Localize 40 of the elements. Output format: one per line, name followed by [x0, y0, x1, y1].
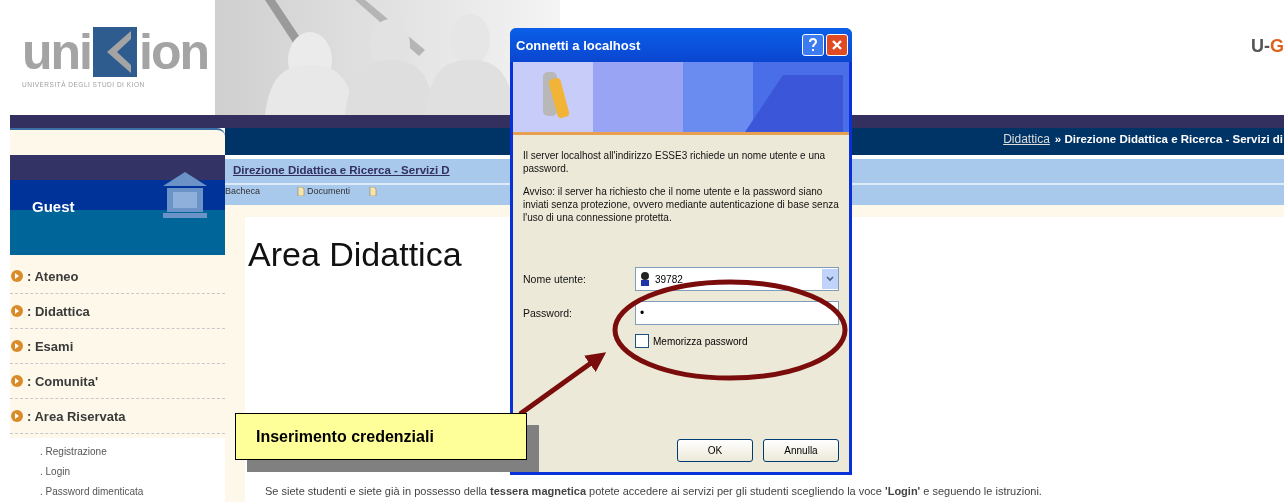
- dialog-title: Connetti a localhost: [516, 37, 642, 53]
- bullet-icon: [10, 304, 24, 318]
- breadcrumb-text: » Direzione Didattica e Ricerca - Servizi di: [1054, 133, 1283, 145]
- checkbox[interactable]: [635, 334, 649, 348]
- logo-text: uni: [22, 27, 91, 77]
- document-icon: [297, 186, 305, 196]
- dialog-button[interactable]: OK: [677, 439, 753, 462]
- bullet-icon: [10, 374, 24, 388]
- dialog-button[interactable]: Annulla: [763, 439, 839, 462]
- dialog-message: Il server localhost all'indirizzo ESSE3 richiede un nome utente e una password.: [523, 149, 827, 175]
- breadcrumb-link[interactable]: Didattica: [1003, 132, 1050, 146]
- help-button[interactable]: [802, 34, 824, 56]
- sidebar-link[interactable]: . Password dimenticata: [40, 482, 190, 502]
- nav-tab[interactable]: Documenti: [297, 186, 355, 196]
- logo-mark-icon: [93, 27, 137, 77]
- logo-text: ion: [139, 27, 208, 77]
- section-link[interactable]: Direzione Didattica e Ricerca - Servizi D: [233, 164, 450, 176]
- close-button[interactable]: [826, 34, 848, 56]
- user-name: Guest: [32, 198, 75, 215]
- sidebar-link[interactable]: . Registrazione: [40, 442, 190, 462]
- bullet-icon: [10, 409, 24, 423]
- document-icon: [369, 186, 377, 196]
- page-heading: Area Didattica: [248, 235, 462, 274]
- username-label: Nome utente:: [523, 273, 588, 285]
- partner-logo: U-G: [1251, 36, 1284, 57]
- dialog-warning: Avviso: il server ha richiesto che il nome utente e la password siano inviati senza protezione, ovvero mediante autenticazione di base senza l'uso di una connessione protetta.: [523, 185, 839, 224]
- nav-tab[interactable]: Bacheca: [225, 186, 283, 196]
- sidebar-link[interactable]: . Login: [40, 462, 190, 482]
- password-field[interactable]: •: [635, 301, 839, 325]
- username-value: 39782: [655, 273, 683, 285]
- checkbox-label: Memorizza password: [653, 335, 748, 347]
- bullet-icon: [10, 269, 24, 283]
- bullet-icon: [10, 339, 24, 353]
- chevron-down-icon: [826, 276, 834, 282]
- instructions-text: Se siete studenti e siete già in possesso della tessera magnetica potete accedere ai servizi per gli studenti scegliendo la voce 'Login' e seguendo le istruzioni.: [264, 484, 1043, 498]
- close-icon: [831, 39, 843, 51]
- user-icon: [640, 272, 650, 286]
- question-icon: [808, 38, 818, 52]
- password-label: Password:: [523, 307, 574, 319]
- building-icon: [161, 170, 209, 220]
